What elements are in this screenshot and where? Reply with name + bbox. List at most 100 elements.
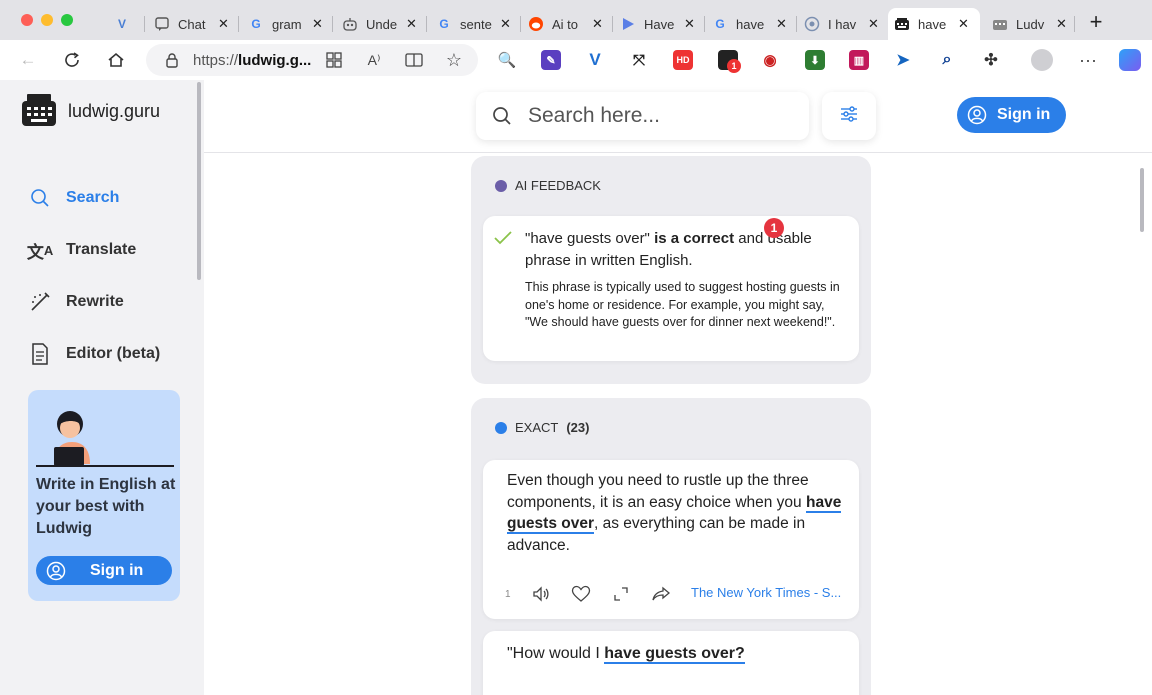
tab-title: Ludv	[1016, 16, 1045, 32]
tab-title: Ai to	[552, 16, 579, 32]
tab-i-hav[interactable]: I hav ✕	[798, 8, 886, 40]
sidebar-item-label: Search	[66, 189, 120, 206]
extensions-puzzle-icon[interactable]: ✣	[981, 50, 1001, 70]
chat-icon	[154, 16, 170, 32]
read-aloud-icon[interactable]: A⁾	[362, 48, 386, 72]
brand-name[interactable]: ludwig.guru	[68, 101, 160, 122]
tab-have-google[interactable]: G have ✕	[706, 8, 794, 40]
sidebar-item-search[interactable]: Search	[28, 186, 119, 210]
pen-extension-icon[interactable]: ✎	[541, 50, 561, 70]
exact-header: EXACT (23)	[495, 420, 589, 435]
exact-heading: EXACT	[515, 420, 559, 435]
home-icon[interactable]	[104, 48, 128, 72]
search-input[interactable]	[528, 100, 798, 132]
grid-extension-icon[interactable]: ▥	[849, 50, 869, 70]
feedback-quote: "have guests over"	[525, 230, 650, 247]
sidebar-item-rewrite[interactable]: Rewrite	[28, 290, 124, 314]
back-icon[interactable]: ←	[16, 48, 40, 72]
minimize-window-button[interactable]	[41, 14, 53, 26]
promo-sign-in-button[interactable]: Sign in	[36, 556, 172, 585]
download-extension-icon[interactable]: ⬇	[805, 50, 825, 70]
favorite-star-icon[interactable]: ☆	[442, 48, 466, 72]
rewrite-icon	[28, 290, 52, 314]
v-extension-icon[interactable]: V	[585, 50, 605, 70]
ai-feedback-heading: AI FEEDBACK	[515, 178, 601, 193]
google-icon: G	[251, 17, 261, 31]
close-tab-icon[interactable]: ✕	[684, 16, 695, 32]
tab-title: Unde	[366, 16, 398, 32]
more-options-icon[interactable]: ···	[1076, 48, 1100, 72]
source-link[interactable]: The New York Times - S...	[691, 585, 841, 600]
example-sentence: Even though you need to rustle up the th…	[507, 470, 847, 556]
header-sign-in-button[interactable]: Sign in	[957, 97, 1066, 133]
tab-title: Have	[644, 16, 675, 32]
apps-icon[interactable]	[322, 48, 346, 72]
heart-icon[interactable]	[571, 584, 591, 604]
keyboard-icon	[894, 16, 910, 32]
close-tab-icon[interactable]: ✕	[958, 16, 969, 32]
tabs-extension-icon[interactable]: 1	[718, 50, 741, 73]
promo-text: Write in English at your best with Ludwi…	[36, 476, 176, 537]
example-card[interactable]: "How would I have guests over?	[483, 631, 859, 695]
sidebar-item-label: Editor (beta)	[66, 345, 161, 362]
close-tab-icon[interactable]: ✕	[868, 16, 879, 32]
google-icon: G	[439, 17, 449, 31]
filter-button[interactable]	[822, 92, 876, 140]
search-extension-icon[interactable]: ⌕	[937, 50, 957, 70]
arrows-extension-icon[interactable]: ⤧	[629, 50, 649, 70]
speaker-icon[interactable]	[531, 584, 551, 604]
share-icon[interactable]	[651, 584, 671, 604]
new-tab-icon[interactable]: +	[1084, 9, 1108, 34]
close-tab-icon[interactable]: ✕	[312, 16, 323, 32]
notification-badge[interactable]: 1	[764, 218, 784, 238]
user-circle-icon	[967, 105, 987, 125]
browser-window: V Chat ✕ G gram ✕ Unde ✕ G sente ✕ Ai to…	[0, 0, 1152, 695]
search-icon	[492, 106, 512, 131]
address-bar[interactable]: https://ludwig.g... A⁾ ☆	[146, 44, 478, 76]
sidebar-item-translate[interactable]: 文A Translate	[26, 238, 136, 262]
magnifier-extension-icon[interactable]: 🔍	[497, 50, 517, 70]
lock-icon[interactable]	[160, 48, 184, 72]
copilot-icon[interactable]	[1119, 49, 1141, 71]
tab-extension[interactable]: V	[108, 8, 144, 40]
promo-card: Write in English at your best with Ludwi…	[28, 390, 180, 601]
sidebar-item-label: Rewrite	[66, 293, 124, 310]
tab-title: sente	[460, 16, 492, 32]
exact-dot	[495, 421, 507, 434]
browser-toolbar: ← https://ludwig.g... A⁾ ☆ 🔍 ✎ V ⤧ HD 1 …	[0, 40, 1152, 80]
maximize-window-button[interactable]	[61, 14, 73, 26]
close-tab-icon[interactable]: ✕	[218, 16, 229, 32]
tab-sente[interactable]: G sente ✕	[430, 8, 518, 40]
robot-icon	[342, 16, 358, 32]
filter-sliders-icon	[839, 105, 859, 128]
close-tab-icon[interactable]: ✕	[592, 16, 603, 32]
hd-extension-icon[interactable]: HD	[673, 50, 693, 70]
tab-ai-to[interactable]: Ai to ✕	[522, 8, 610, 40]
translate-icon: 文A	[26, 242, 54, 262]
cursor-extension-icon[interactable]: ➤	[893, 50, 913, 70]
tab-have-video[interactable]: Have ✕	[614, 8, 702, 40]
search-box[interactable]	[476, 92, 809, 140]
tab-ludv[interactable]: Ludv ✕	[986, 8, 1074, 40]
reader-view-icon[interactable]	[402, 48, 426, 72]
page-scrollbar[interactable]	[1140, 168, 1144, 232]
tab-unde[interactable]: Unde ✕	[336, 8, 424, 40]
close-tab-icon[interactable]: ✕	[500, 16, 511, 32]
sidebar-scrollbar[interactable]	[197, 82, 201, 280]
tab-chat[interactable]: Chat ✕	[148, 8, 236, 40]
profile-avatar[interactable]	[1031, 49, 1053, 71]
expand-icon[interactable]	[611, 584, 631, 604]
url-text[interactable]: https://ludwig.g...	[193, 52, 311, 69]
example-card[interactable]: Even though you need to rustle up the th…	[483, 460, 859, 619]
sidebar-item-editor[interactable]: Editor (beta)	[28, 342, 160, 366]
logo-icon[interactable]	[22, 94, 56, 131]
play-icon	[620, 16, 636, 32]
camera-extension-icon[interactable]: ◉	[760, 50, 780, 70]
close-tab-icon[interactable]: ✕	[1056, 16, 1067, 32]
close-tab-icon[interactable]: ✕	[406, 16, 417, 32]
tab-gram[interactable]: G gram ✕	[242, 8, 330, 40]
reload-icon[interactable]	[60, 48, 84, 72]
close-window-button[interactable]	[21, 14, 33, 26]
tab-have-active[interactable]: have ✕	[888, 8, 980, 40]
close-tab-icon[interactable]: ✕	[776, 16, 787, 32]
